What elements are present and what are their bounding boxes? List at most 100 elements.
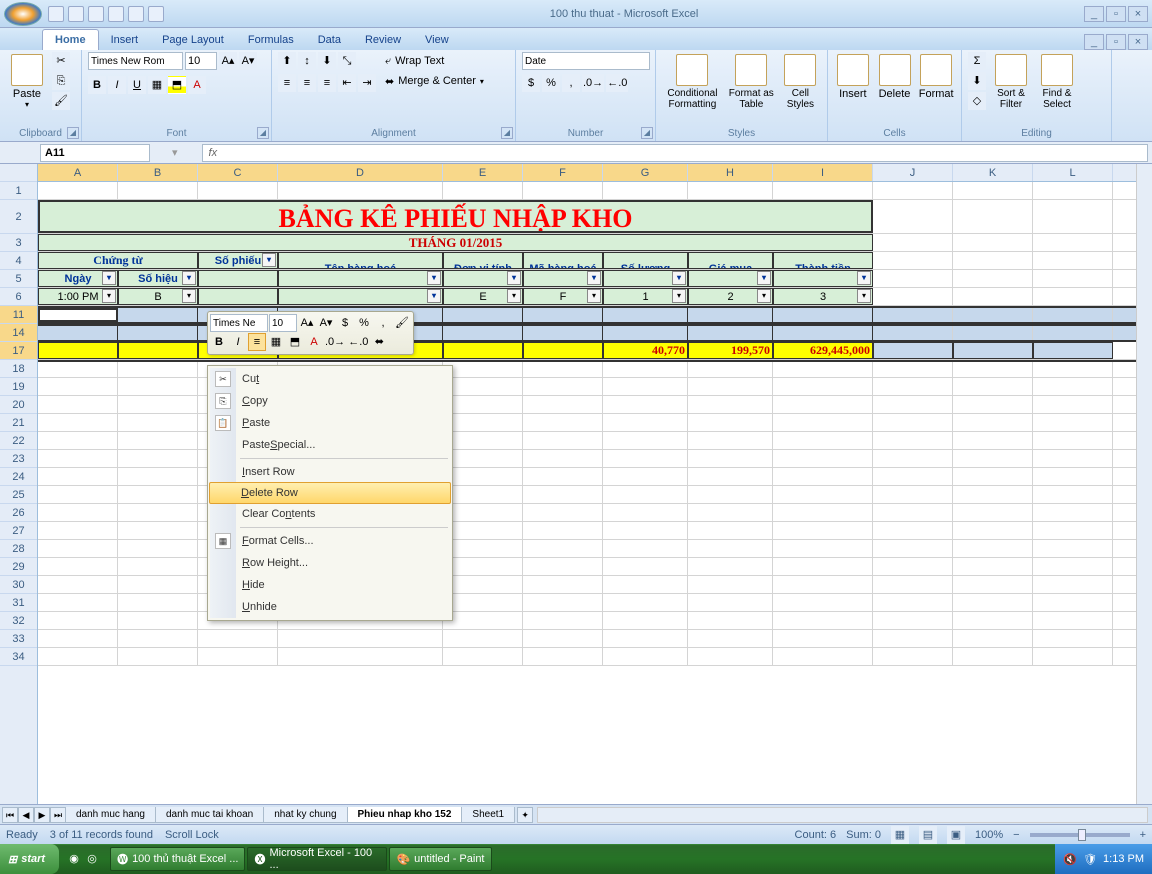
- filter-icon[interactable]: ▾: [672, 271, 686, 285]
- menu-copy[interactable]: ⎘Copy: [210, 390, 450, 412]
- prev-sheet-icon[interactable]: ◀: [18, 807, 34, 823]
- italic-button[interactable]: I: [229, 333, 247, 351]
- sort-filter-button[interactable]: Sort & Filter: [990, 52, 1032, 110]
- sheet-tab[interactable]: Phieu nhap kho 152: [347, 807, 463, 823]
- menu-paste[interactable]: 📋Paste: [210, 412, 450, 434]
- row-header[interactable]: 31: [0, 594, 37, 612]
- print-preview-icon[interactable]: [108, 6, 124, 22]
- total-thanhtien[interactable]: 629,445,000: [773, 342, 873, 359]
- filter-cell[interactable]: 1:00 PM▾: [38, 288, 118, 305]
- row-header[interactable]: 5: [0, 270, 37, 288]
- next-sheet-icon[interactable]: ▶: [34, 807, 50, 823]
- vertical-scrollbar[interactable]: [1136, 164, 1152, 804]
- cell-styles-button[interactable]: Cell Styles: [780, 52, 821, 110]
- table-subtitle[interactable]: THÁNG 01/2015: [38, 234, 873, 251]
- delete-cells-button[interactable]: Delete: [876, 52, 914, 100]
- table-title[interactable]: BẢNG KÊ PHIẾU NHẬP KHO: [38, 200, 873, 233]
- row-header[interactable]: 24: [0, 468, 37, 486]
- name-box[interactable]: [40, 144, 150, 162]
- format-as-table-button[interactable]: Format as Table: [727, 52, 776, 110]
- header-sohieu[interactable]: Số hiệu▾: [118, 270, 198, 287]
- clear-icon[interactable]: ◇: [968, 92, 986, 110]
- menu-delete-row[interactable]: Delete Row: [209, 482, 451, 504]
- filter-icon[interactable]: ▾: [587, 289, 601, 303]
- doc-close-button[interactable]: ×: [1128, 34, 1148, 50]
- merge-icon[interactable]: ⬌: [370, 333, 388, 351]
- menu-paste-special[interactable]: Paste Special...: [210, 434, 450, 456]
- fill-icon[interactable]: ⬇: [968, 72, 986, 90]
- shrink-font-icon[interactable]: A▾: [317, 314, 335, 332]
- row-header[interactable]: 25: [0, 486, 37, 504]
- merge-center-button[interactable]: ⬌Merge & Center▾: [380, 72, 489, 90]
- increase-decimal-icon[interactable]: .0→: [582, 74, 604, 92]
- row-header[interactable]: 21: [0, 414, 37, 432]
- total-soluong[interactable]: 40,770: [603, 342, 688, 359]
- font-name-select[interactable]: [88, 52, 183, 70]
- filter-icon[interactable]: ▾: [507, 271, 521, 285]
- filter-icon[interactable]: ▾: [182, 271, 196, 285]
- doc-minimize-button[interactable]: _: [1084, 34, 1104, 50]
- column-header[interactable]: I: [773, 164, 873, 181]
- last-sheet-icon[interactable]: ⏭: [50, 807, 66, 823]
- number-format-select[interactable]: [522, 52, 650, 70]
- zoom-in-icon[interactable]: +: [1140, 829, 1146, 841]
- filter-cell[interactable]: 2▾: [688, 288, 773, 305]
- format-cells-button[interactable]: Format: [917, 52, 955, 100]
- cut-icon[interactable]: ✂: [52, 52, 70, 70]
- column-header[interactable]: K: [953, 164, 1033, 181]
- filter-icon[interactable]: ▾: [507, 289, 521, 303]
- minimize-button[interactable]: _: [1084, 6, 1104, 22]
- first-sheet-icon[interactable]: ⏮: [2, 807, 18, 823]
- header-ngay[interactable]: Ngày▾: [38, 270, 118, 287]
- row-header[interactable]: 6: [0, 288, 37, 306]
- filter-icon[interactable]: ▾: [757, 271, 771, 285]
- select-all-button[interactable]: [0, 164, 37, 182]
- taskbar-item[interactable]: 🅦100 thủ thuật Excel ...: [110, 847, 245, 871]
- find-select-button[interactable]: Find & Select: [1036, 52, 1078, 110]
- header-thanhtien[interactable]: Thành tiền: [773, 252, 873, 269]
- percent-icon[interactable]: %: [355, 314, 373, 332]
- format-painter-icon[interactable]: 🖌: [52, 92, 70, 110]
- insert-cells-button[interactable]: Insert: [834, 52, 872, 100]
- row-header[interactable]: 19: [0, 378, 37, 396]
- increase-indent-icon[interactable]: ⇥: [358, 74, 376, 92]
- copy-icon[interactable]: ⎘: [52, 72, 70, 90]
- filter-cell[interactable]: F▾: [523, 288, 603, 305]
- row-header[interactable]: 27: [0, 522, 37, 540]
- currency-icon[interactable]: $: [336, 314, 354, 332]
- align-center-icon[interactable]: ≡: [248, 333, 266, 351]
- filter-icon[interactable]: ▾: [427, 289, 441, 303]
- filter-cell[interactable]: B▾: [118, 288, 198, 305]
- decrease-decimal-icon[interactable]: ←.0: [347, 333, 369, 351]
- save-icon[interactable]: [48, 6, 64, 22]
- increase-decimal-icon[interactable]: .0→: [324, 333, 346, 351]
- zoom-out-icon[interactable]: −: [1013, 829, 1019, 841]
- column-header[interactable]: B: [118, 164, 198, 181]
- filter-icon[interactable]: ▾: [182, 289, 196, 303]
- mini-font-select[interactable]: [210, 314, 268, 332]
- grow-font-icon[interactable]: A▴: [219, 52, 237, 70]
- filter-icon[interactable]: ▾: [857, 289, 871, 303]
- view-layout-icon[interactable]: ▤: [919, 826, 937, 844]
- percent-icon[interactable]: %: [542, 74, 560, 92]
- orientation-icon[interactable]: ⤡: [338, 52, 356, 70]
- active-cell[interactable]: [38, 308, 118, 322]
- align-middle-icon[interactable]: ↕: [298, 52, 316, 70]
- underline-button[interactable]: U: [128, 76, 146, 94]
- border-icon[interactable]: ▦: [267, 333, 285, 351]
- column-header[interactable]: A: [38, 164, 118, 181]
- office-button[interactable]: [4, 2, 42, 26]
- menu-insert-row[interactable]: Insert Row: [210, 461, 450, 483]
- font-color-icon[interactable]: A: [188, 76, 206, 94]
- bold-button[interactable]: B: [210, 333, 228, 351]
- doc-restore-button[interactable]: ▫: [1106, 34, 1126, 50]
- row-header[interactable]: 29: [0, 558, 37, 576]
- alignment-launcher-icon[interactable]: ◢: [501, 127, 513, 139]
- filter-cell[interactable]: 3▾: [773, 288, 873, 305]
- tab-page-layout[interactable]: Page Layout: [150, 30, 236, 50]
- filter-icon[interactable]: ▾: [102, 271, 116, 285]
- filter-icon[interactable]: ▾: [757, 289, 771, 303]
- wrap-text-button[interactable]: ⤶Wrap Text: [380, 52, 489, 70]
- row-header[interactable]: 4: [0, 252, 37, 270]
- quick-print-icon[interactable]: [128, 6, 144, 22]
